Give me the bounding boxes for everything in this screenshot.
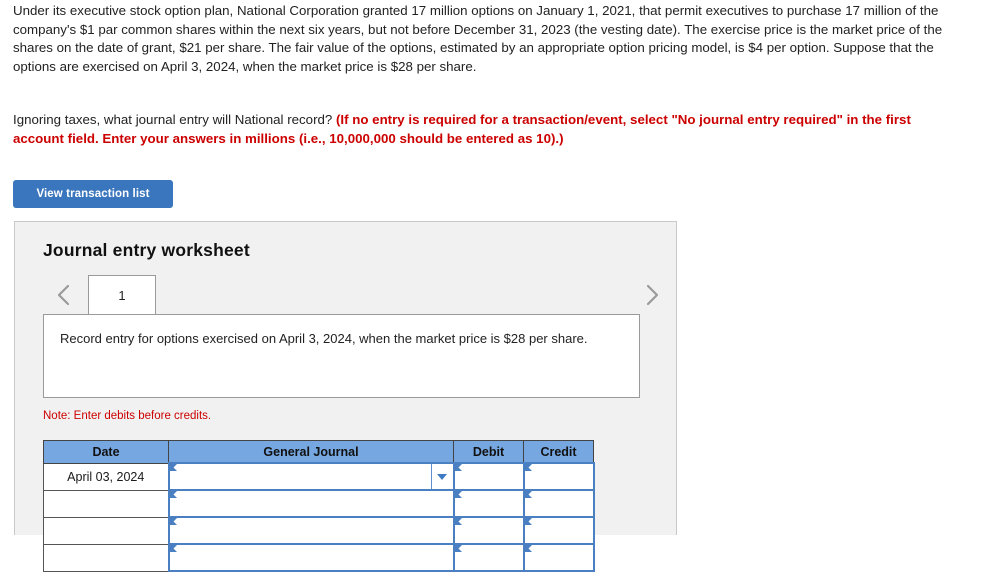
table-row <box>43 516 595 545</box>
question-text-2-plain: Ignoring taxes, what journal entry will … <box>13 112 336 127</box>
cell-credit-1[interactable] <box>522 462 595 491</box>
column-header-general-journal: General Journal <box>168 440 454 464</box>
table-row <box>43 543 595 572</box>
cell-date-1: April 03, 2024 <box>43 462 169 491</box>
debits-before-credits-note: Note: Enter debits before credits. <box>43 410 212 422</box>
worksheet-tab-1[interactable]: 1 <box>88 275 156 315</box>
table-row: April 03, 2024 <box>43 462 595 491</box>
chevron-down-icon[interactable] <box>430 464 453 489</box>
cell-general-journal-2[interactable] <box>167 489 455 518</box>
column-header-date: Date <box>43 440 169 464</box>
cell-credit-2[interactable] <box>522 489 595 518</box>
worksheet-tab-1-label: 1 <box>118 288 126 303</box>
cell-date-3 <box>43 516 169 545</box>
cell-general-journal-3[interactable] <box>167 516 455 545</box>
table-header-row: Date General Journal Debit Credit <box>43 440 594 464</box>
question-paragraph-2: Ignoring taxes, what journal entry will … <box>13 111 943 148</box>
column-header-debit: Debit <box>453 440 524 464</box>
question-text-1: Under its executive stock option plan, N… <box>13 3 943 74</box>
cell-debit-3[interactable] <box>452 516 525 545</box>
journal-entry-table: Date General Journal Debit Credit April … <box>43 440 595 572</box>
cell-debit-2[interactable] <box>452 489 525 518</box>
cell-general-journal-1[interactable] <box>167 462 455 491</box>
worksheet-description-box: Record entry for options exercised on Ap… <box>43 314 640 398</box>
worksheet-title: Journal entry worksheet <box>43 240 250 260</box>
table-row <box>43 489 595 518</box>
journal-entry-worksheet-panel: Journal entry worksheet 1 Record entry f… <box>14 221 678 572</box>
column-header-credit: Credit <box>523 440 594 464</box>
chevron-right-icon[interactable] <box>639 280 665 310</box>
cell-date-4 <box>43 543 169 572</box>
cell-general-journal-4[interactable] <box>167 543 455 572</box>
chevron-left-icon[interactable] <box>51 280 77 310</box>
worksheet-tab-strip: 1 <box>15 275 678 315</box>
worksheet-description-text: Record entry for options exercised on Ap… <box>60 331 588 346</box>
cell-date-2 <box>43 489 169 518</box>
question-paragraph-1: Under its executive stock option plan, N… <box>13 2 943 76</box>
view-transaction-list-button[interactable]: View transaction list <box>13 180 173 208</box>
cell-debit-4[interactable] <box>452 543 525 572</box>
cell-debit-1[interactable] <box>452 462 525 491</box>
cell-credit-3[interactable] <box>522 516 595 545</box>
cell-credit-4[interactable] <box>522 543 595 572</box>
